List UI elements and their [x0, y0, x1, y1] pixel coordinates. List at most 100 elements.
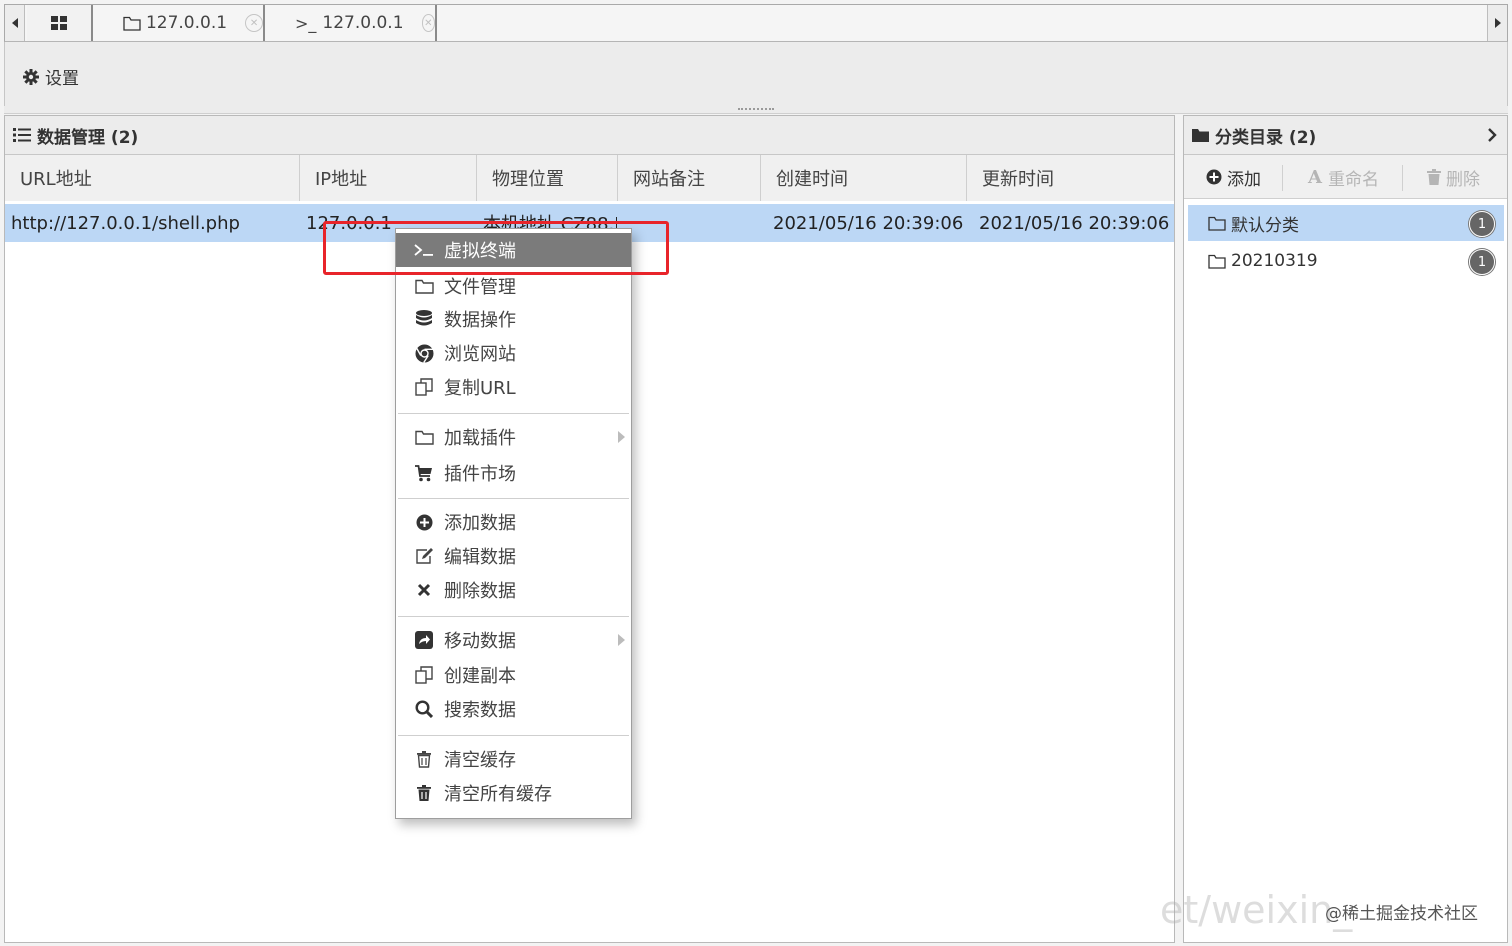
menu-label: 添加数据	[444, 513, 516, 534]
settings-button[interactable]: 设置	[23, 64, 79, 89]
plus-circle-icon	[414, 512, 434, 532]
tab-scroll-left-button[interactable]	[5, 5, 25, 41]
folder-icon	[123, 16, 141, 31]
column-note[interactable]: 网站备注	[618, 155, 761, 201]
menu-item-add-data[interactable]: 添加数据	[396, 505, 631, 539]
context-menu: 虚拟终端 文件管理 数据操作 浏览网站 复制URL 加载插件 插件市场 添加数据…	[395, 228, 632, 819]
tab-separator	[435, 5, 437, 41]
tab-terminal[interactable]: >_ 127.0.0.1 ✕	[265, 5, 435, 41]
tab-label: 127.0.0.1	[322, 13, 404, 33]
menu-separator	[398, 413, 629, 414]
share-icon	[414, 630, 434, 650]
plus-circle-icon	[1206, 169, 1222, 185]
menu-label: 删除数据	[444, 581, 516, 602]
category-panel-header: 分类目录 (2)	[1184, 116, 1507, 155]
menu-label: 文件管理	[444, 277, 516, 298]
rename-category-button[interactable]: A 重命名	[1308, 155, 1379, 199]
folder-icon	[414, 427, 434, 447]
menu-item-move-data[interactable]: 移动数据	[396, 623, 631, 657]
column-created[interactable]: 创建时间	[761, 155, 967, 201]
menu-item-clear-all-cache[interactable]: 清空所有缓存	[396, 776, 631, 810]
copy-icon	[414, 665, 434, 685]
settings-label: 设置	[45, 69, 79, 89]
column-url[interactable]: URL地址	[5, 155, 300, 201]
category-item-20210319[interactable]: 20210319 1	[1188, 243, 1504, 279]
faint-watermark: et/weixin_	[1160, 888, 1353, 932]
copy-icon	[414, 377, 434, 397]
folder-icon	[1192, 129, 1209, 142]
search-icon	[414, 699, 434, 719]
category-panel-title: 分类目录 (2)	[1215, 127, 1317, 148]
add-label: 添加	[1227, 169, 1261, 190]
trash-icon	[414, 783, 434, 803]
tab-file-manager[interactable]: 127.0.0.1 ✕	[93, 5, 263, 41]
menu-label: 创建副本	[444, 666, 516, 687]
database-icon	[414, 309, 434, 329]
tab-home[interactable]	[27, 5, 91, 41]
splitter-grip[interactable]	[738, 108, 774, 110]
category-item-default[interactable]: 默认分类 1	[1188, 205, 1504, 241]
menu-label: 清空缓存	[444, 750, 516, 771]
menu-item-plugin-market[interactable]: 插件市场	[396, 456, 631, 490]
add-category-button[interactable]: 添加	[1206, 155, 1261, 199]
cell-updated: 2021/05/16 20:39:06	[979, 212, 1170, 234]
category-label: 20210319	[1231, 251, 1318, 271]
grid-header: URL地址 IP地址 物理位置 网站备注 创建时间 更新时间	[5, 155, 1174, 201]
count-badge: 1	[1469, 249, 1495, 275]
edit-icon	[414, 546, 434, 566]
chevron-right-icon[interactable]	[1487, 128, 1497, 142]
menu-item-search-data[interactable]: 搜索数据	[396, 692, 631, 726]
tab-close-icon[interactable]: ✕	[421, 14, 435, 32]
list-icon	[13, 128, 31, 142]
x-icon	[414, 580, 434, 600]
column-updated[interactable]: 更新时间	[967, 155, 1174, 201]
toolbar-divider	[1402, 165, 1403, 191]
watermark: @稀土掘金技术社区	[1325, 904, 1478, 924]
tab-close-icon[interactable]: ✕	[245, 14, 263, 32]
submenu-arrow-icon	[618, 431, 625, 443]
menu-item-create-copy[interactable]: 创建副本	[396, 658, 631, 692]
toolbar: 设置	[4, 42, 1508, 106]
menu-item-load-plugin[interactable]: 加载插件	[396, 420, 631, 454]
menu-label: 复制URL	[444, 378, 516, 399]
column-location[interactable]: 物理位置	[477, 155, 618, 201]
menu-label: 清空所有缓存	[444, 784, 552, 805]
menu-label: 编辑数据	[444, 547, 516, 568]
trash-icon	[1427, 169, 1441, 185]
menu-item-clear-cache[interactable]: 清空缓存	[396, 742, 631, 776]
menu-label: 加载插件	[444, 428, 516, 449]
highlight-annotation	[323, 221, 669, 275]
menu-separator	[398, 735, 629, 736]
tab-label: 127.0.0.1	[145, 13, 228, 33]
splitter[interactable]	[4, 106, 1508, 114]
menu-item-copy-url[interactable]: 复制URL	[396, 370, 631, 404]
count-badge: 1	[1469, 211, 1495, 237]
submenu-arrow-icon	[618, 634, 625, 646]
caret-right-icon	[1494, 18, 1501, 28]
menu-separator	[398, 498, 629, 499]
rename-label: 重命名	[1327, 169, 1379, 190]
menu-label: 数据操作	[444, 310, 516, 331]
menu-separator	[398, 616, 629, 617]
delete-category-button[interactable]: 删除	[1427, 155, 1480, 199]
chrome-icon	[414, 343, 434, 363]
tab-bar: 127.0.0.1 ✕ >_ 127.0.0.1 ✕	[4, 4, 1508, 42]
column-ip[interactable]: IP地址	[300, 155, 477, 201]
grid-icon	[51, 16, 67, 30]
data-panel-header: 数据管理 (2)	[5, 116, 1174, 155]
menu-item-browse[interactable]: 浏览网站	[396, 336, 631, 370]
menu-item-database[interactable]: 数据操作	[396, 302, 631, 336]
delete-label: 删除	[1446, 169, 1480, 190]
menu-label: 插件市场	[444, 464, 516, 485]
caret-left-icon	[11, 18, 18, 28]
cell-url: http://127.0.0.1/shell.php	[11, 212, 240, 234]
category-label: 默认分类	[1231, 215, 1299, 236]
menu-label: 移动数据	[444, 631, 516, 652]
tab-scroll-right-button[interactable]	[1487, 5, 1507, 41]
category-toolbar: 添加 A 重命名 删除	[1184, 155, 1507, 199]
menu-item-delete-data[interactable]: 删除数据	[396, 573, 631, 607]
font-icon: A	[1308, 166, 1322, 188]
toolbar-divider	[1282, 165, 1283, 191]
cart-icon	[414, 463, 434, 483]
menu-item-edit-data[interactable]: 编辑数据	[396, 539, 631, 573]
